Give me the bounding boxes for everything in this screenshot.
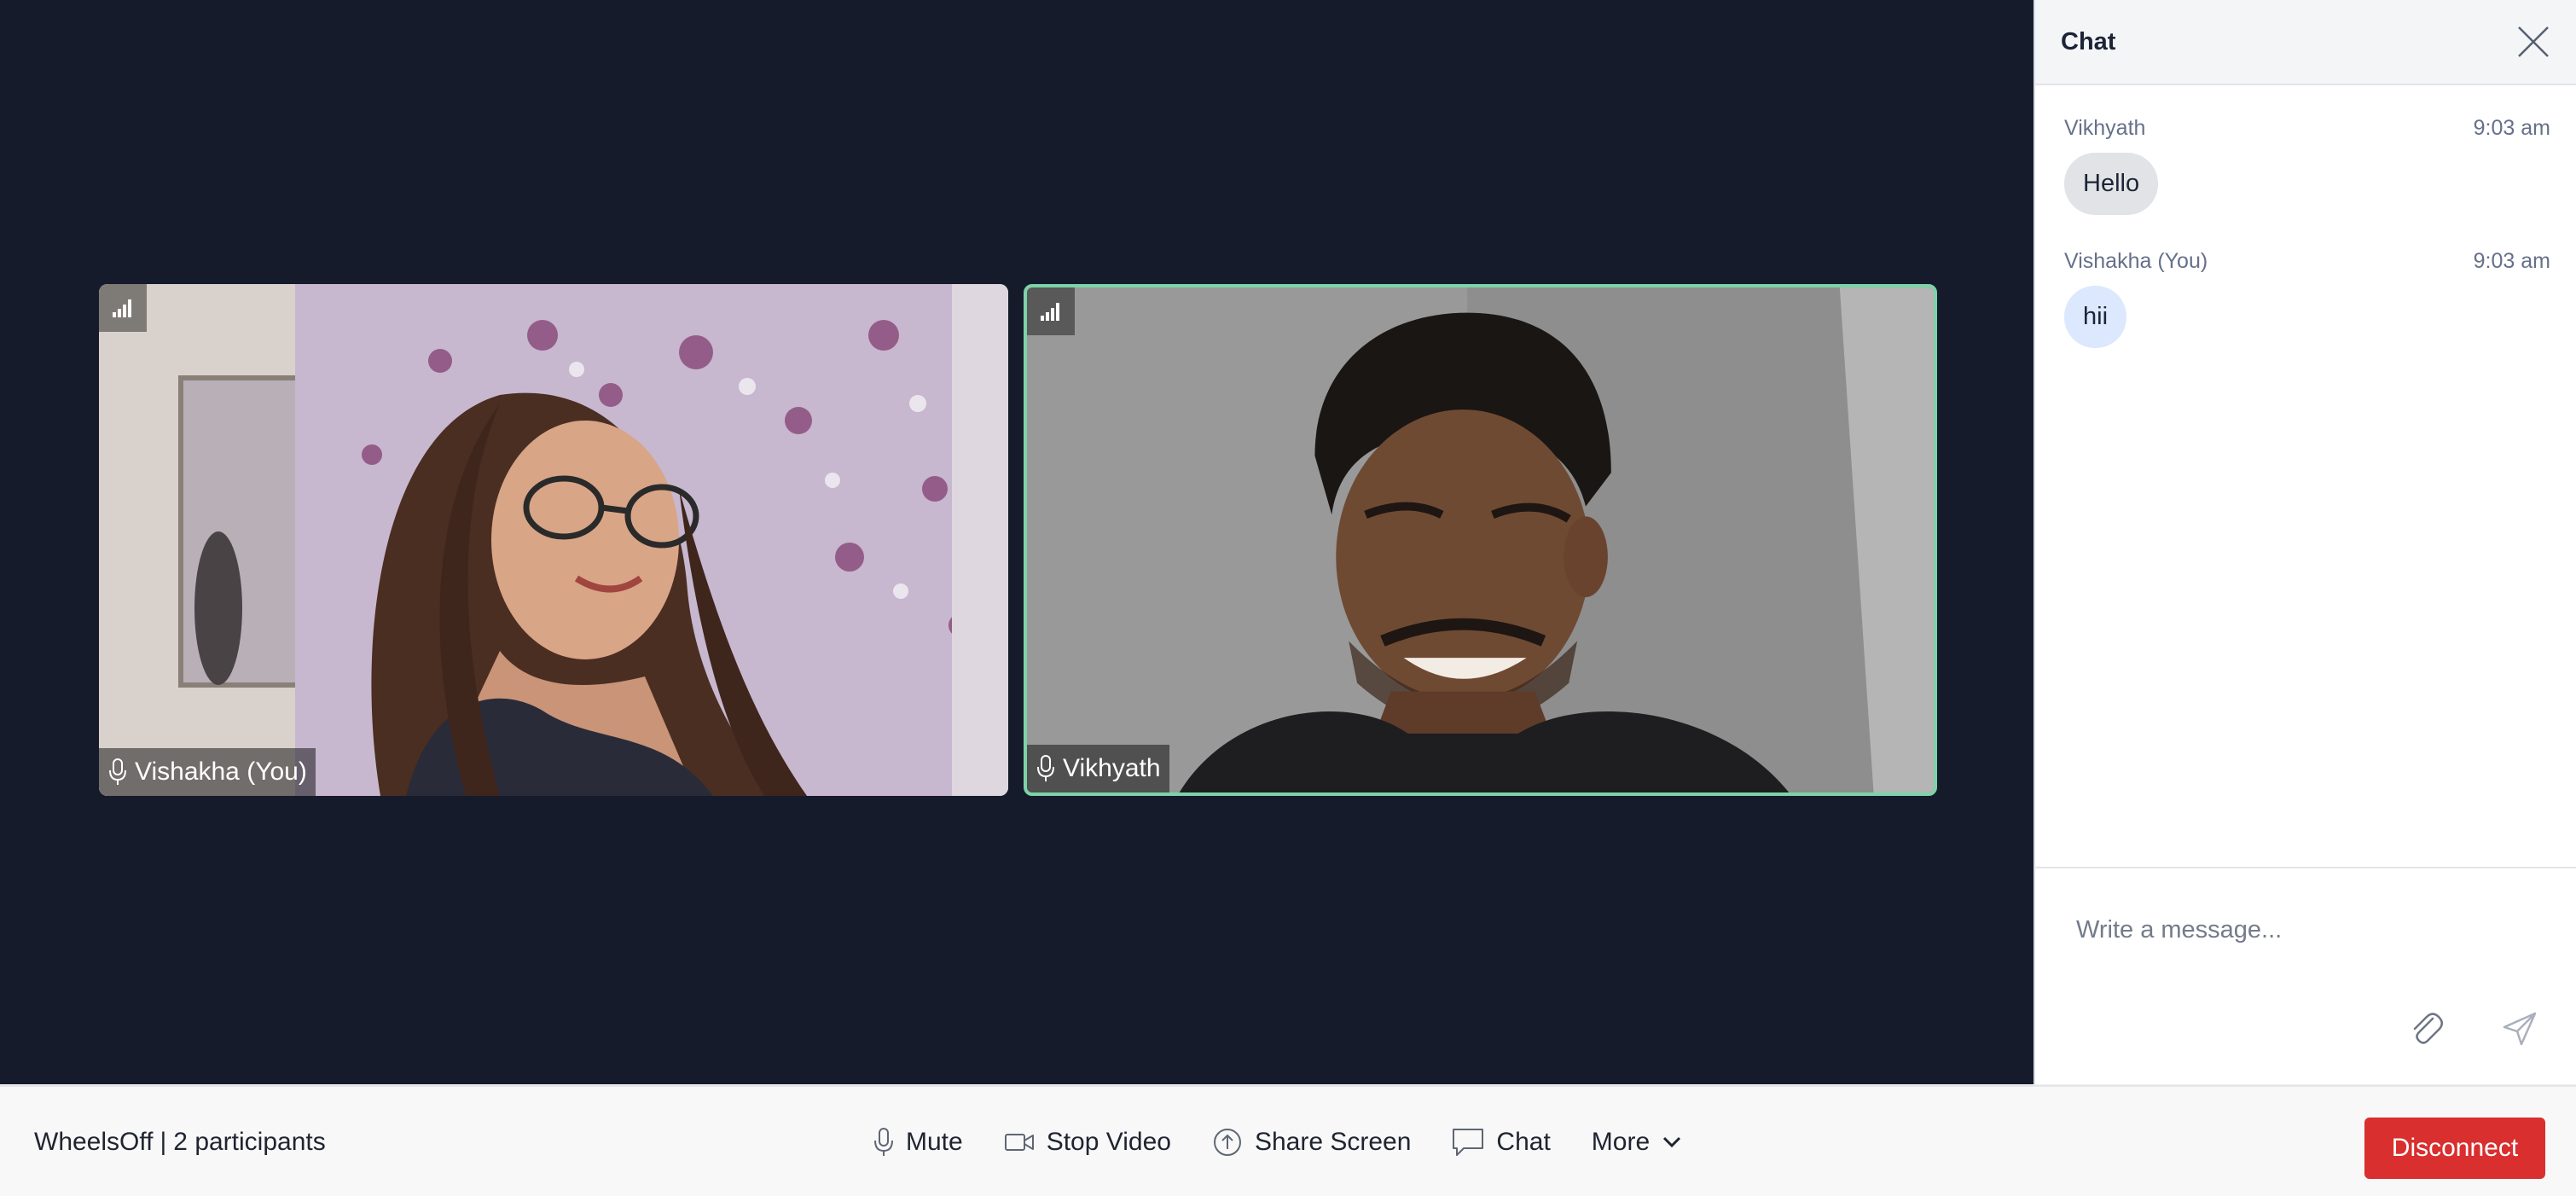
share-screen-label: Share Screen [1254, 1128, 1412, 1156]
microphone-icon [1037, 755, 1054, 781]
paperclip-icon [2413, 1013, 2443, 1044]
chat-composer [2035, 867, 2576, 1085]
participant-count: 2 participants [173, 1128, 326, 1156]
chat-label: Chat [1496, 1128, 1551, 1156]
mute-button[interactable]: Mute [853, 1112, 983, 1172]
mute-label: Mute [906, 1128, 963, 1156]
more-label: More [1591, 1128, 1651, 1156]
send-message-button[interactable] [2496, 1005, 2544, 1053]
participant-tile-vikhyath[interactable]: Vikhyath [1024, 284, 1937, 796]
video-call-app: Vishakha (You) Vikhyath Chat Vikhyath 9:… [0, 0, 2576, 1196]
meeting-toolbar: WheelsOff | 2 participants Mute Stop Vid… [0, 1085, 2576, 1196]
participant-name: Vikhyath [1063, 754, 1161, 782]
signal-bars-icon [1041, 303, 1059, 321]
connection-quality-indicator [99, 284, 147, 332]
info-separator: | [160, 1128, 167, 1156]
attach-file-button[interactable] [2402, 1005, 2450, 1053]
microphone-icon [109, 758, 126, 785]
share-screen-icon [1213, 1129, 1241, 1156]
room-name: WheelsOff [34, 1128, 154, 1156]
message-sender: Vishakha (You) [2064, 249, 2208, 273]
connection-quality-indicator [1027, 287, 1075, 335]
share-screen-button[interactable]: Share Screen [1192, 1112, 1431, 1172]
participant-name-tag: Vikhyath [1027, 745, 1169, 792]
chat-panel: Chat Vikhyath 9:03 am Hello Vishakha (Yo… [2034, 0, 2576, 1085]
chat-message: Vishakha (You) 9:03 am hii [2064, 249, 2550, 348]
chat-message: Vikhyath 9:03 am Hello [2064, 116, 2550, 215]
video-stage: Vishakha (You) Vikhyath [0, 0, 2034, 1085]
microphone-icon [874, 1128, 893, 1156]
call-controls: Mute Stop Video Share Screen Chat More [853, 1087, 1703, 1196]
meeting-info: WheelsOff | 2 participants [34, 1087, 326, 1196]
chat-title: Chat [2061, 27, 2116, 55]
message-sender: Vikhyath [2064, 116, 2146, 140]
participant-video-vikhyath [1027, 287, 1934, 792]
more-menu-button[interactable]: More [1571, 1112, 1703, 1172]
send-icon [2503, 1012, 2537, 1046]
stop-video-button[interactable]: Stop Video [983, 1112, 1192, 1172]
chat-header: Chat [2035, 0, 2576, 85]
chevron-down-icon [1663, 1136, 1681, 1148]
signal-bars-icon [113, 299, 131, 317]
stop-video-label: Stop Video [1046, 1128, 1171, 1156]
message-bubble: Hello [2064, 153, 2159, 215]
participant-name-tag: Vishakha (You) [99, 748, 316, 796]
chat-bubble-icon [1453, 1129, 1484, 1156]
chat-message-list: Vikhyath 9:03 am Hello Vishakha (You) 9:… [2035, 85, 2576, 348]
video-camera-icon [1004, 1134, 1034, 1151]
message-time: 9:03 am [2473, 249, 2550, 273]
message-input[interactable] [2057, 899, 2552, 961]
message-time: 9:03 am [2473, 116, 2550, 140]
close-chat-button[interactable] [2513, 21, 2554, 62]
participant-tile-vishakha[interactable]: Vishakha (You) [99, 284, 1008, 796]
chat-message-meta: Vishakha (You) 9:03 am [2064, 249, 2550, 274]
participant-name: Vishakha (You) [135, 758, 307, 786]
participant-video-vishakha [99, 284, 1008, 796]
disconnect-button[interactable]: Disconnect [2364, 1118, 2545, 1179]
chat-message-meta: Vikhyath 9:03 am [2064, 116, 2550, 141]
message-bubble: hii [2064, 286, 2127, 348]
chat-toggle-button[interactable]: Chat [1431, 1112, 1570, 1172]
close-icon [2518, 26, 2549, 57]
